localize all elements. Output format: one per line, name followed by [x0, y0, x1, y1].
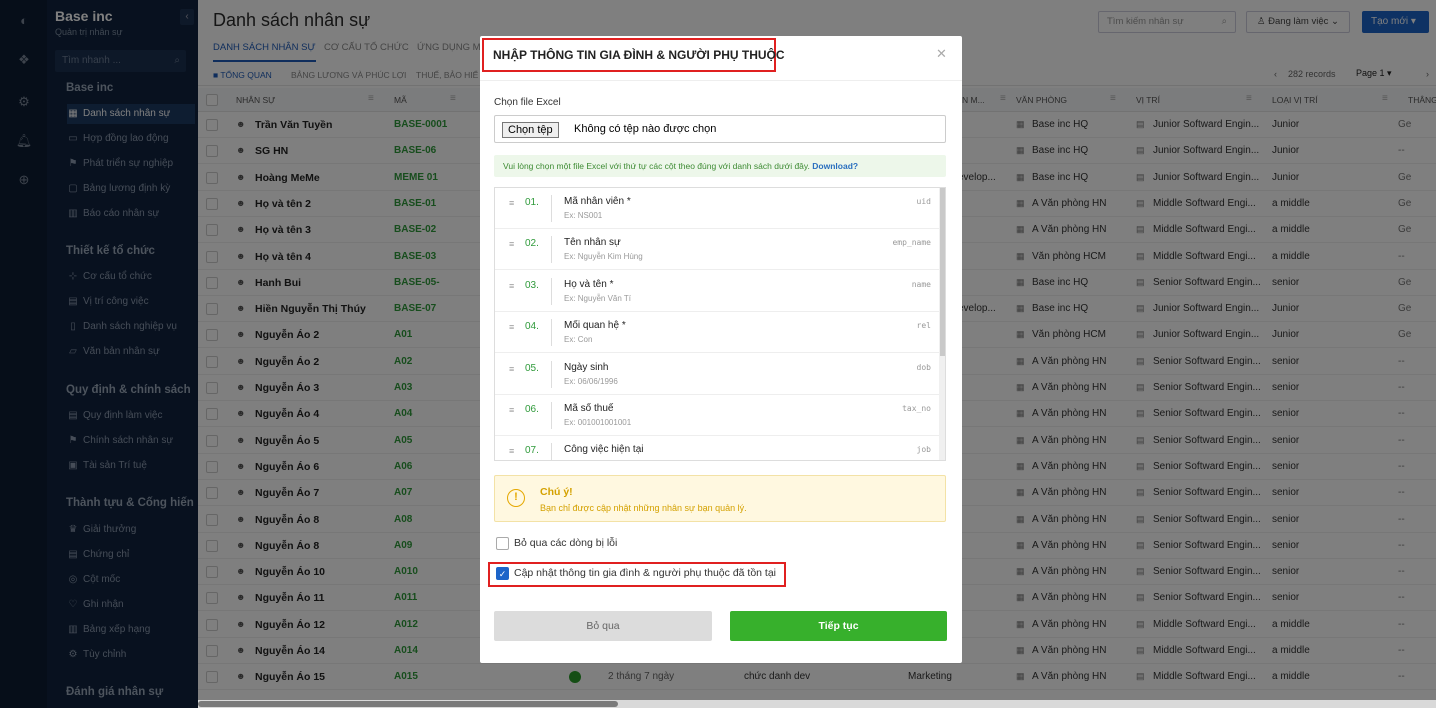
cancel-button[interactable]: Bỏ qua	[494, 611, 712, 641]
dialog-title: NHẬP THÔNG TIN GIA ĐÌNH & NGƯỜI PHỤ THUỘ…	[493, 48, 785, 62]
column-key: rel	[916, 321, 931, 331]
column-example: Ex: Nguyễn Văn Tí	[564, 293, 631, 303]
skip-errors-label: Bỏ qua các dòng bị lỗi	[514, 537, 618, 549]
column-example: Ex: Con	[564, 335, 593, 345]
column-key: name	[911, 279, 931, 289]
skip-errors-checkbox[interactable]	[496, 537, 509, 550]
column-number: 05.	[525, 362, 539, 374]
column-item[interactable]: ≡ 06. Mã số thuế Ex: 001001001001 tax_no	[495, 395, 939, 436]
divider	[551, 195, 552, 222]
divider	[551, 443, 552, 460]
column-number: 02.	[525, 238, 539, 250]
column-label: Mã nhân viên *	[564, 196, 631, 207]
column-list-scrollbar[interactable]	[939, 188, 945, 460]
column-key: dob	[916, 362, 931, 372]
column-number: 04.	[525, 321, 539, 333]
warning-title: Chú ý!	[540, 486, 573, 498]
file-label: Chọn file Excel	[494, 97, 561, 108]
warning-text: Bạn chỉ được cập nhật những nhân sự bạn …	[540, 503, 747, 513]
drag-handle-icon[interactable]: ≡	[509, 446, 514, 456]
column-example: Ex: 06/06/1996	[564, 376, 618, 386]
column-label: Mã số thuế	[564, 403, 614, 414]
column-label: Tên nhân sự	[564, 237, 621, 249]
column-label: Ngày sinh	[564, 361, 609, 373]
column-key: emp_name	[892, 238, 931, 248]
update-existing-label: Cập nhật thông tin gia đình & người phụ …	[514, 567, 777, 579]
column-item[interactable]: ≡ 04. Mối quan hệ * Ex: Con rel	[495, 312, 939, 354]
warning-box: ! Chú ý! Bạn chỉ được cập nhật những nhâ…	[494, 475, 946, 522]
file-input[interactable]: Chọn tệp Không có tệp nào được chọn	[494, 115, 946, 143]
column-item[interactable]: ≡ 05. Ngày sinh Ex: 06/06/1996 dob	[495, 354, 939, 395]
instruction-note: Vui lòng chọn một file Excel với thứ tự …	[494, 155, 946, 177]
import-dialog: NHẬP THÔNG TIN GIA ĐÌNH & NGƯỜI PHỤ THUỘ…	[480, 36, 962, 663]
divider	[551, 402, 552, 429]
instruction-text: Vui lòng chọn một file Excel với thứ tự …	[503, 161, 810, 171]
column-key: tax_no	[902, 404, 931, 413]
column-label: Họ và tên *	[564, 278, 614, 290]
column-example: Ex: NS001	[564, 211, 603, 220]
choose-file-button[interactable]: Chọn tệp	[502, 122, 559, 138]
divider	[551, 277, 552, 305]
warning-icon: !	[507, 489, 525, 507]
column-example: Ex: 001001001001	[564, 418, 632, 427]
horizontal-scrollbar[interactable]	[198, 700, 1436, 708]
scrollbar-thumb[interactable]	[198, 701, 618, 707]
close-icon[interactable]: ✕	[936, 46, 947, 62]
drag-handle-icon[interactable]: ≡	[509, 405, 514, 415]
scrollbar-thumb[interactable]	[940, 188, 945, 356]
file-status: Không có tệp nào được chọn	[574, 123, 717, 135]
drag-handle-icon[interactable]: ≡	[509, 239, 514, 249]
continue-button[interactable]: Tiếp tục	[730, 611, 947, 641]
divider	[551, 360, 552, 388]
divider	[480, 80, 962, 81]
column-number: 06.	[525, 404, 539, 415]
column-number: 01.	[525, 197, 539, 208]
column-label: Công việc hiện tại	[564, 444, 644, 456]
drag-handle-icon[interactable]: ≡	[509, 198, 514, 208]
drag-handle-icon[interactable]: ≡	[509, 364, 514, 374]
column-item[interactable]: ≡ 02. Tên nhân sự Ex: Nguyễn Kim Hùng emp_na…	[495, 229, 939, 271]
divider	[551, 319, 552, 347]
update-existing-checkbox[interactable]: ✓	[496, 567, 509, 580]
column-number: 07.	[525, 445, 539, 457]
drag-handle-icon[interactable]: ≡	[509, 281, 514, 291]
column-key: job	[916, 445, 931, 455]
column-list[interactable]: ≡ 01. Mã nhân viên * Ex: NS001 uid ≡ 02. Tên nh…	[494, 187, 946, 461]
column-label: Mối quan hệ *	[564, 320, 626, 332]
column-item[interactable]: ≡ 03. Họ và tên * Ex: Nguyễn Văn Tí name	[495, 271, 939, 312]
column-number: 03.	[525, 279, 539, 291]
column-item[interactable]: ≡ 01. Mã nhân viên * Ex: NS001 uid	[495, 188, 939, 229]
column-item[interactable]: ≡ 07. Công việc hiện tại job	[495, 436, 939, 460]
column-example: Ex: Nguyễn Kim Hùng	[564, 252, 643, 262]
download-link[interactable]: Download?	[812, 161, 858, 171]
divider	[551, 236, 552, 264]
drag-handle-icon[interactable]: ≡	[509, 322, 514, 332]
column-key: uid	[916, 197, 931, 206]
